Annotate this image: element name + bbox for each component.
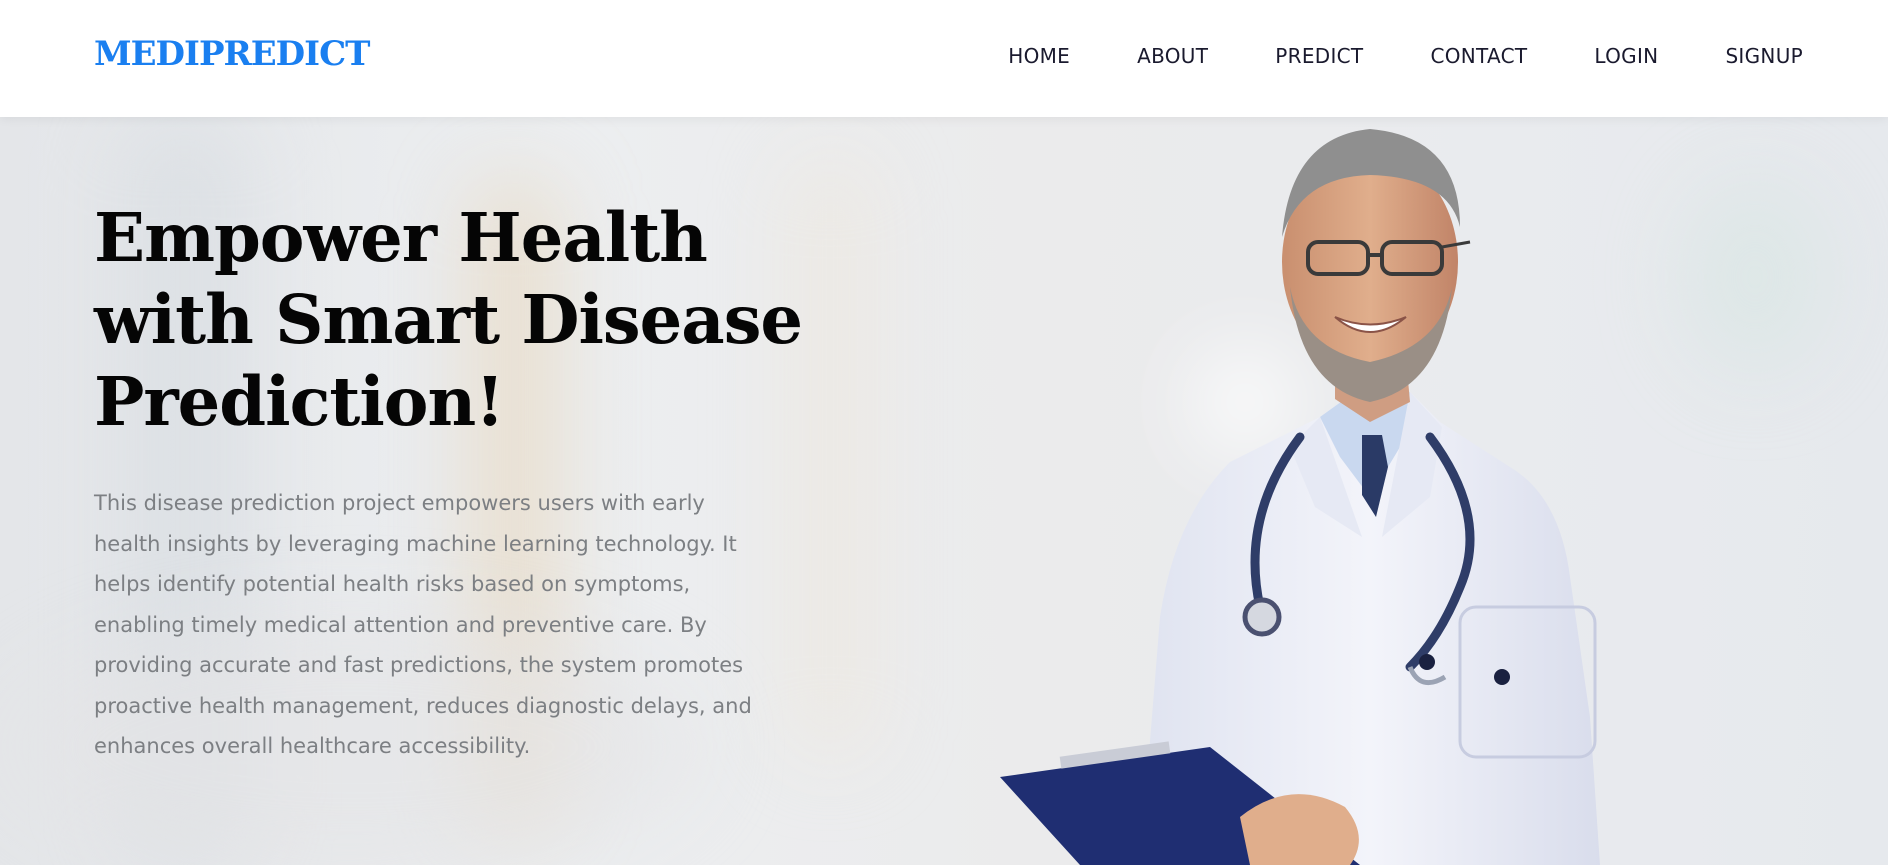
nav-item-predict: PREDICT <box>1275 44 1363 68</box>
nav-item-contact: CONTACT <box>1430 44 1527 68</box>
nav-link-about[interactable]: ABOUT <box>1137 44 1208 68</box>
hero-title: Empower Health with Smart Disease Predic… <box>94 198 803 441</box>
nav-item-home: HOME <box>1008 44 1070 68</box>
nav-link-contact[interactable]: CONTACT <box>1430 44 1527 68</box>
nav-link-predict[interactable]: PREDICT <box>1275 44 1363 68</box>
nav-link-home[interactable]: HOME <box>1008 44 1070 68</box>
nav-link-signup[interactable]: SIGNUP <box>1725 44 1803 68</box>
brand-logo[interactable]: MEDIPREDICT <box>94 34 370 74</box>
navbar: MEDIPREDICT HOME ABOUT PREDICT CONTACT L… <box>0 0 1888 117</box>
nav-link-login[interactable]: LOGIN <box>1594 44 1658 68</box>
hero-section: Empower Health with Smart Disease Predic… <box>0 117 1888 865</box>
nav-item-about: ABOUT <box>1137 44 1208 68</box>
nav-links: HOME ABOUT PREDICT CONTACT LOGIN SIGNUP <box>1008 44 1803 68</box>
doctor-image <box>1000 129 1600 865</box>
hero-description: This disease prediction project empowers… <box>94 491 752 758</box>
nav-item-signup: SIGNUP <box>1725 44 1803 68</box>
nav-item-login: LOGIN <box>1594 44 1658 68</box>
